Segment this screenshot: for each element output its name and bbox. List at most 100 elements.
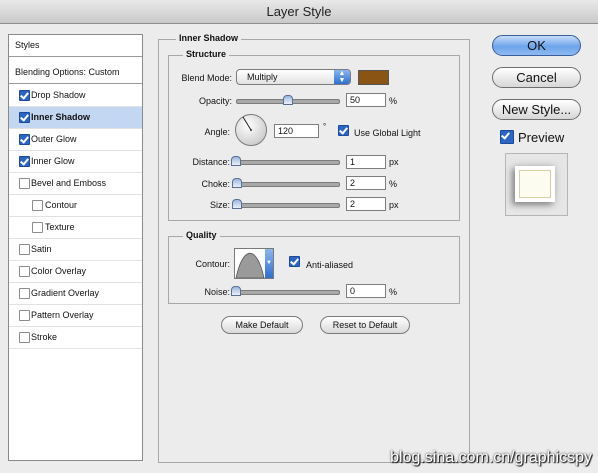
blending-options-label: Blending Options: Custom	[15, 67, 120, 77]
angle-label: Angle:	[204, 127, 230, 137]
distance-slider-thumb[interactable]	[231, 156, 241, 166]
style-item-checkbox[interactable]	[32, 200, 43, 211]
noise-unit: %	[389, 287, 398, 297]
anti-aliased-checkbox[interactable]	[289, 256, 300, 267]
style-item-label: Contour	[45, 200, 78, 210]
choke-input[interactable]: 2	[346, 176, 386, 190]
style-item-checkbox[interactable]	[32, 222, 43, 233]
anti-aliased-label: Anti-aliased	[306, 260, 354, 270]
distance-label: Distance:	[192, 157, 230, 167]
style-item-checkbox[interactable]	[19, 134, 30, 145]
noise-slider-thumb[interactable]	[231, 286, 241, 296]
opacity-input[interactable]: 50	[346, 93, 386, 107]
size-slider[interactable]	[232, 199, 340, 209]
style-item-label: Pattern Overlay	[31, 310, 94, 320]
styles-list: Styles Blending Options: Custom Drop Sha…	[8, 34, 143, 461]
style-item-label: Satin	[31, 244, 52, 254]
style-item-contour[interactable]: Contour	[9, 195, 142, 217]
noise-input[interactable]: 0	[346, 284, 386, 298]
style-item-color-overlay[interactable]: Color Overlay	[9, 261, 142, 283]
watermark-text: blog.sina.com.cn/graphicspy	[390, 449, 592, 466]
blend-mode-value: Multiply	[247, 72, 278, 82]
style-item-label: Drop Shadow	[31, 90, 86, 100]
opacity-label: Opacity:	[198, 96, 232, 106]
use-global-light-label: Use Global Light	[354, 128, 421, 138]
new-style-button[interactable]: New Style...	[492, 99, 581, 120]
style-item-label: Stroke	[31, 332, 58, 342]
style-item-gradient-overlay[interactable]: Gradient Overlay	[9, 283, 142, 305]
style-item-texture[interactable]: Texture	[9, 217, 142, 239]
noise-slider[interactable]	[231, 286, 340, 296]
size-label: Size:	[209, 200, 230, 210]
style-item-checkbox[interactable]	[19, 112, 30, 123]
style-item-inner-glow[interactable]: Inner Glow	[9, 151, 142, 173]
distance-slider[interactable]	[231, 156, 340, 166]
style-item-outer-glow[interactable]: Outer Glow	[9, 129, 142, 151]
preview-checkbox[interactable]	[500, 130, 514, 144]
cancel-button[interactable]: Cancel	[492, 67, 581, 88]
style-item-inner-shadow[interactable]: Inner Shadow	[9, 107, 142, 129]
opacity-slider-thumb[interactable]	[283, 95, 293, 105]
contour-picker[interactable]: ▼	[234, 248, 274, 279]
style-item-label: Gradient Overlay	[31, 288, 100, 298]
size-slider-thumb[interactable]	[232, 199, 242, 209]
distance-unit: px	[389, 157, 399, 167]
window-title: Layer Style	[266, 4, 332, 19]
style-item-checkbox[interactable]	[19, 244, 30, 255]
opacity-unit: %	[389, 96, 398, 106]
style-item-label: Outer Glow	[31, 134, 77, 144]
style-item-stroke[interactable]: Stroke	[9, 327, 142, 349]
quality-title: Quality	[183, 230, 220, 240]
contour-label: Contour:	[195, 259, 230, 269]
style-item-checkbox[interactable]	[19, 178, 30, 189]
angle-dial-icon	[235, 114, 267, 146]
style-item-label: Inner Shadow	[31, 112, 91, 122]
style-item-label: Inner Glow	[31, 156, 75, 166]
angle-unit: °	[323, 122, 327, 131]
style-item-label: Texture	[45, 222, 75, 232]
blending-options-item[interactable]: Blending Options: Custom	[9, 62, 142, 84]
style-item-label: Color Overlay	[31, 266, 87, 276]
choke-unit: %	[389, 179, 398, 189]
choke-slider-thumb[interactable]	[232, 178, 242, 188]
shadow-color-swatch[interactable]	[358, 70, 389, 85]
distance-input[interactable]: 1	[346, 155, 386, 169]
ok-button[interactable]: OK	[492, 35, 581, 56]
style-item-checkbox[interactable]	[19, 266, 30, 277]
styles-header[interactable]: Styles	[9, 35, 142, 57]
styles-label: Styles	[15, 40, 40, 50]
style-item-checkbox[interactable]	[19, 310, 30, 321]
style-item-checkbox[interactable]	[19, 156, 30, 167]
noise-label: Noise:	[204, 287, 230, 297]
preview-inner	[519, 170, 551, 198]
use-global-light-checkbox[interactable]	[338, 125, 349, 136]
style-item-label: Bevel and Emboss	[31, 178, 107, 188]
make-default-button[interactable]: Make Default	[221, 316, 303, 334]
angle-input[interactable]: 120	[274, 124, 319, 138]
preview-swatch	[515, 166, 555, 202]
choke-slider[interactable]	[232, 178, 340, 188]
opacity-slider[interactable]	[236, 95, 340, 105]
style-item-checkbox[interactable]	[19, 288, 30, 299]
select-arrows-icon: ▲ ▼	[334, 70, 350, 84]
style-item-bevel-and-emboss[interactable]: Bevel and Emboss	[9, 173, 142, 195]
angle-dial[interactable]	[234, 113, 268, 147]
style-item-checkbox[interactable]	[19, 90, 30, 101]
size-input[interactable]: 2	[346, 197, 386, 211]
size-unit: px	[389, 200, 399, 210]
style-item-drop-shadow[interactable]: Drop Shadow	[9, 85, 142, 107]
blend-mode-select[interactable]: Multiply ▲ ▼	[236, 69, 351, 85]
contour-dropdown-arrow-icon[interactable]: ▼	[265, 249, 273, 278]
structure-title: Structure	[183, 49, 230, 59]
contour-curve-icon	[235, 249, 265, 278]
reset-to-default-button[interactable]: Reset to Default	[320, 316, 410, 334]
inner-shadow-title: Inner Shadow	[176, 33, 242, 43]
style-item-pattern-overlay[interactable]: Pattern Overlay	[9, 305, 142, 327]
blend-mode-label: Blend Mode:	[181, 73, 232, 83]
style-item-checkbox[interactable]	[19, 332, 30, 343]
choke-label: Choke:	[201, 179, 230, 189]
style-item-satin[interactable]: Satin	[9, 239, 142, 261]
preview-thumbnail	[505, 153, 568, 216]
window-title-bar: Layer Style	[0, 0, 598, 24]
preview-label: Preview	[518, 130, 565, 145]
